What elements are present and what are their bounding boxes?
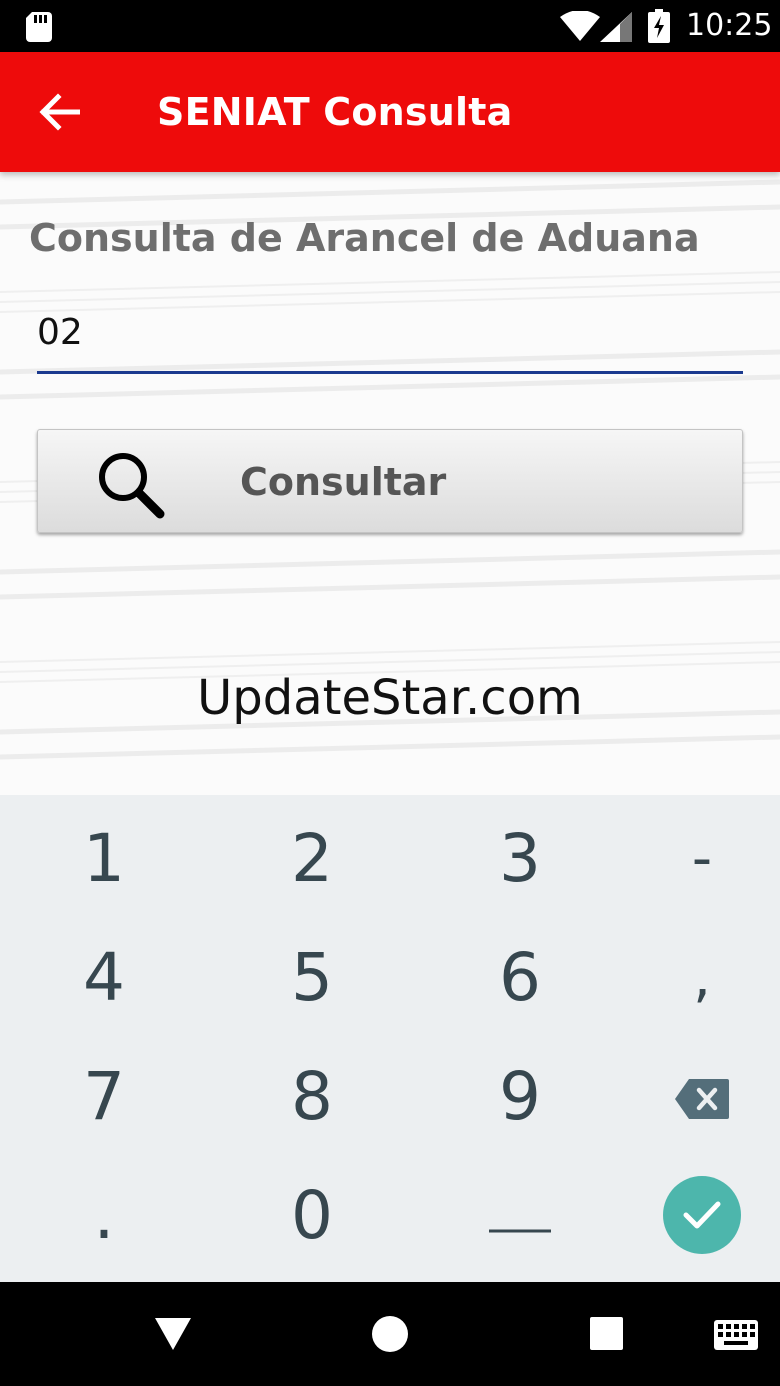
clock-time: 10:25 [686,8,773,43]
tariff-code-field[interactable]: 02 [37,302,743,374]
key-comma[interactable]: , [612,917,780,1037]
key-3[interactable]: 3 [430,798,610,918]
space-key[interactable] [430,1155,610,1275]
backspace-key[interactable] [612,1036,780,1156]
nav-home-icon[interactable] [372,1316,408,1356]
back-arrow-icon[interactable] [38,92,81,136]
system-nav-bar [0,1282,780,1386]
key-4[interactable]: 4 [14,917,194,1037]
app-bar: SENIAT Consulta [0,52,780,172]
brand-text: UpdateStar.com [197,670,583,726]
key-1[interactable]: 1 [14,798,194,918]
consult-button-label: Consultar [240,460,447,504]
key-period[interactable]: . [14,1155,194,1275]
nav-back-icon[interactable] [155,1318,191,1354]
input-underline [37,371,743,374]
key-5[interactable]: 5 [222,917,402,1037]
key-2[interactable]: 2 [222,798,402,918]
numeric-keypad: 1 2 3 - 4 5 6 , 7 8 9 . 0 [0,795,780,1282]
key-7[interactable]: 7 [14,1036,194,1156]
keyboard-icon[interactable] [714,1320,758,1354]
page-title: SENIAT Consulta [157,90,513,134]
search-icon [94,448,166,524]
status-bar: 10:25 [0,0,780,52]
battery-charging-icon [648,9,670,47]
key-0[interactable]: 0 [222,1155,402,1275]
backspace-icon [675,1058,729,1135]
key-8[interactable]: 8 [222,1036,402,1156]
section-heading: Consulta de Arancel de Aduana [29,216,700,260]
key-minus[interactable]: - [612,798,780,918]
consult-button[interactable]: Consultar [37,429,743,533]
sd-card-icon [26,12,52,46]
check-icon [663,1176,741,1254]
tariff-code-input[interactable]: 02 [37,312,743,353]
done-key[interactable] [612,1155,780,1275]
nav-recents-icon[interactable] [590,1317,623,1354]
key-9[interactable]: 9 [430,1036,610,1156]
key-6[interactable]: 6 [430,917,610,1037]
space-icon [489,1177,551,1254]
signal-icon [600,12,632,46]
main-content: Consulta de Arancel de Aduana 02 Consult… [0,172,780,795]
wifi-icon [560,10,600,45]
